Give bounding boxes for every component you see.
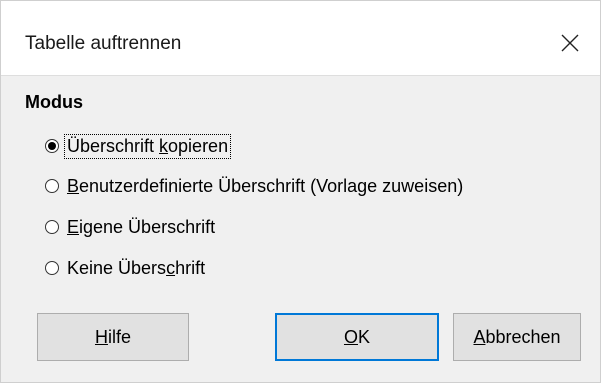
radio-copy-heading[interactable]: Überschrift kopieren bbox=[45, 131, 232, 161]
ok-button[interactable]: OK bbox=[275, 313, 439, 361]
radio-own-heading[interactable]: Eigene Überschrift bbox=[45, 212, 217, 242]
title-bar: Tabelle auftrennen bbox=[1, 1, 600, 76]
help-button-label: Hilfe bbox=[94, 326, 131, 347]
close-icon bbox=[561, 34, 579, 52]
help-button[interactable]: Hilfe bbox=[37, 313, 189, 361]
radio-label: Benutzerdefinierte Überschrift (Vorlage … bbox=[67, 175, 464, 196]
radio-no-heading[interactable]: Keine Überschrift bbox=[45, 253, 207, 283]
radio-button[interactable] bbox=[45, 179, 59, 193]
radio-label: Überschrift kopieren bbox=[63, 133, 232, 159]
mode-group-label: Modus bbox=[25, 92, 83, 112]
cancel-button-label: Abbrechen bbox=[473, 326, 561, 347]
dialog-title: Tabelle auftrennen bbox=[25, 33, 182, 54]
radio-button[interactable] bbox=[45, 220, 59, 234]
cancel-button[interactable]: Abbrechen bbox=[453, 313, 581, 361]
close-button[interactable] bbox=[554, 27, 586, 59]
split-table-dialog: Tabelle auftrennen Modus Überschrift kop… bbox=[0, 0, 601, 383]
radio-label: Keine Überschrift bbox=[67, 257, 206, 278]
radio-custom-heading[interactable]: Benutzerdefinierte Überschrift (Vorlage … bbox=[45, 171, 465, 201]
ok-button-label: OK bbox=[343, 326, 371, 347]
radio-label: Eigene Überschrift bbox=[67, 216, 216, 237]
radio-button[interactable] bbox=[45, 261, 59, 275]
radio-button-selected[interactable] bbox=[45, 139, 59, 153]
dialog-body: Modus Überschrift kopieren Benutzerdefin… bbox=[1, 76, 600, 382]
